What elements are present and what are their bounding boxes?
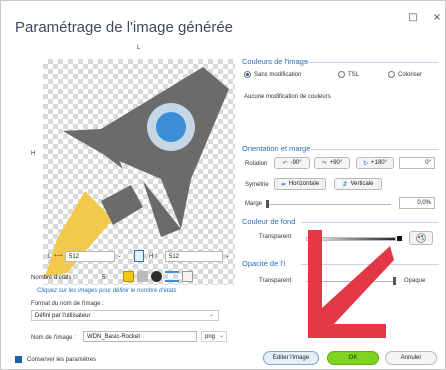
- dialog-window: Paramétrage de l'image générée □ × L H L…: [0, 0, 446, 370]
- state-normal-icon[interactable]: [123, 270, 134, 282]
- color-picker-button[interactable]: [409, 231, 433, 245]
- edit-image-button[interactable]: Editer l'image: [263, 351, 319, 365]
- opacity-opaque-label: Opaque: [404, 278, 426, 284]
- state-disabled-icon[interactable]: [182, 270, 193, 282]
- rotate-left-button[interactable]: ↶ -90°: [274, 157, 310, 169]
- state-hover-icon[interactable]: [137, 270, 148, 282]
- rotation-field[interactable]: 0°: [399, 157, 435, 169]
- opacity-section-title: Opacité de l'i: [242, 259, 286, 268]
- color-colorize-label: Coloriser: [398, 72, 423, 78]
- flip-vertical-icon: ⇵: [342, 181, 348, 188]
- width-dropdown-icon[interactable]: ⌄: [117, 253, 122, 259]
- rotate-left-label: -90°: [290, 160, 302, 166]
- flip-horizontal-label: Horizontale: [288, 181, 320, 187]
- height-arrow-icon: ↕: [155, 253, 158, 259]
- keep-settings-checkbox[interactable]: [15, 356, 22, 363]
- color-tsl-label: TSL: [348, 72, 360, 78]
- rotate-right-button[interactable]: ↷ +90°: [314, 157, 350, 169]
- background-slider-thumb[interactable]: [397, 236, 402, 241]
- margin-slider-track[interactable]: [266, 204, 391, 205]
- palette-icon: [416, 233, 426, 243]
- maximize-button[interactable]: □: [405, 11, 421, 25]
- lock-ratio-icon[interactable]: [134, 250, 144, 262]
- flip-vertical-label: Verticale: [350, 181, 374, 187]
- flip-horizontal-icon: ⇹: [280, 181, 286, 188]
- format-select[interactable]: Défini par l'utilisateur: [31, 310, 219, 321]
- color-status: Aucune modification de couleurs: [244, 94, 331, 100]
- width-marker: L: [137, 45, 141, 51]
- red-arrow-overlay: [308, 230, 394, 338]
- format-label: Format du nom de l'image :: [31, 301, 104, 307]
- state-focus-icon[interactable]: [165, 270, 179, 282]
- ok-button[interactable]: OK: [327, 351, 379, 365]
- height-dropdown-icon[interactable]: ⌄: [225, 253, 230, 259]
- name-field[interactable]: WDN_Basic-Rocket: [83, 331, 197, 342]
- colors-section-title: Couleurs de l'image: [242, 57, 309, 66]
- rotation-label: Rotation: [245, 161, 268, 167]
- color-colorize-radio[interactable]: [388, 71, 395, 78]
- margin-slider-thumb[interactable]: [266, 200, 269, 208]
- flip-vertical-button[interactable]: ⇵ Verticale: [334, 178, 382, 190]
- height-label: H: [149, 254, 154, 260]
- background-section-title: Couleur de fond: [242, 217, 296, 226]
- state-pressed-icon[interactable]: [151, 270, 162, 282]
- states-value: 5: [102, 275, 106, 281]
- keep-settings-label: Conserver les paramètres: [27, 357, 97, 363]
- width-arrow-icon: ⟷: [54, 253, 63, 259]
- states-hint: Cliquez sur les images pour définir le n…: [37, 288, 177, 294]
- height-marker: H: [31, 151, 36, 157]
- states-label: Nombre d'états :: [31, 275, 75, 281]
- rotate-left-icon: ↶: [282, 160, 288, 167]
- rotate-right-label: +90°: [329, 160, 343, 166]
- width-field[interactable]: 512: [65, 251, 115, 262]
- rocket-window: [156, 112, 186, 142]
- rotate-180-button[interactable]: ↻ +180°: [356, 157, 394, 169]
- states-icons[interactable]: [123, 269, 205, 283]
- color-none-label: Sans modification: [254, 72, 302, 78]
- margin-label: Marge: [245, 201, 263, 207]
- flip-horizontal-button[interactable]: ⇹ Horizontale: [274, 178, 326, 190]
- color-none-radio[interactable]: [244, 71, 251, 78]
- arrow-shape: [308, 230, 394, 338]
- symmetry-label: Symétrie: [245, 182, 269, 188]
- orientation-section-line: [311, 149, 439, 150]
- rotate-180-label: +180°: [371, 160, 387, 166]
- margin-field[interactable]: 0.0%: [399, 197, 435, 209]
- background-section-line: [301, 222, 439, 223]
- orientation-section-title: Orientation et marge: [242, 144, 311, 153]
- rotate-180-icon: ↻: [363, 160, 369, 167]
- width-label: L: [48, 254, 52, 260]
- colors-section-line: [301, 62, 439, 63]
- rotate-right-icon: ↷: [321, 160, 327, 167]
- extension-dropdown-icon[interactable]: ⌄: [219, 333, 224, 339]
- cancel-button[interactable]: Annuler: [385, 351, 437, 365]
- color-tsl-radio[interactable]: [338, 71, 345, 78]
- height-field[interactable]: 512: [165, 251, 223, 262]
- close-button[interactable]: ×: [429, 11, 445, 25]
- dialog-title: Paramétrage de l'image générée: [15, 19, 233, 36]
- format-dropdown-icon[interactable]: ⌄: [209, 312, 214, 318]
- name-label: Nom de l'image :: [31, 335, 76, 341]
